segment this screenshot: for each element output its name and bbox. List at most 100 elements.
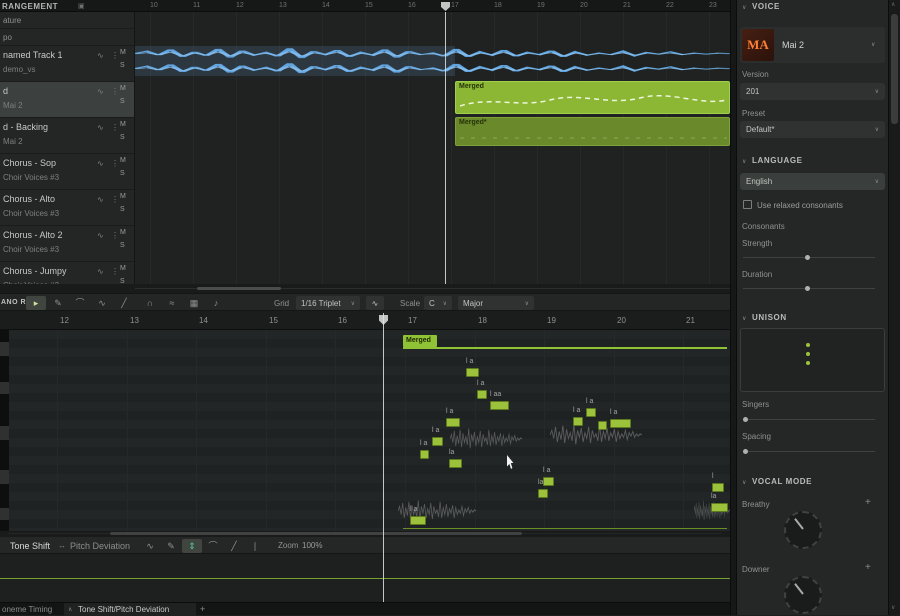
arrangement-area[interactable]: Merged Merged* bbox=[135, 12, 730, 284]
note[interactable] bbox=[573, 417, 583, 426]
grid-select[interactable]: 1/16 Triplet ∨ bbox=[296, 296, 360, 310]
line-tool[interactable]: ╱ bbox=[224, 539, 244, 553]
dot-tool[interactable]: ∣ bbox=[245, 539, 265, 553]
language-section-header[interactable]: ∨ LANGUAGE bbox=[742, 156, 803, 165]
track-gain-icon[interactable]: ∿ bbox=[97, 267, 104, 276]
note[interactable] bbox=[712, 483, 724, 492]
zoom-value[interactable]: 100% bbox=[302, 541, 322, 550]
auto-scroll-icon[interactable]: ▣ bbox=[78, 2, 85, 10]
panel-scrollbar[interactable]: ∧ ∨ bbox=[888, 0, 900, 615]
note[interactable] bbox=[598, 421, 607, 430]
scale-mode-select[interactable]: Major ∨ bbox=[458, 296, 534, 310]
downer-knob[interactable] bbox=[784, 576, 822, 614]
tab-pitch-deviation[interactable]: Pitch Deviation bbox=[70, 541, 130, 551]
relaxed-consonants-checkbox[interactable] bbox=[743, 200, 752, 209]
track-gain-icon[interactable]: ∿ bbox=[97, 159, 104, 168]
arc-pencil-tool[interactable]: ⌒ bbox=[70, 296, 90, 310]
piano-key[interactable] bbox=[0, 470, 9, 484]
track-gain-icon[interactable]: ∿ bbox=[97, 195, 104, 204]
mute-button[interactable]: M bbox=[120, 157, 126, 164]
breathy-knob[interactable] bbox=[784, 511, 822, 549]
piano-roll-body[interactable]: Merged l a l a l aa l a l a l a la l a l a l a l a… bbox=[0, 330, 730, 531]
scroll-up-icon[interactable]: ∧ bbox=[891, 1, 895, 8]
downer-add-button[interactable]: + bbox=[865, 562, 871, 573]
part-merged-star[interactable]: Merged* bbox=[455, 117, 730, 146]
track-row[interactable]: Chorus - JumpyChoir Voices #3∿⋮MS bbox=[0, 262, 134, 284]
breathy-add-button[interactable]: + bbox=[865, 497, 871, 508]
scale-root-select[interactable]: C ∨ bbox=[424, 296, 452, 310]
part-merged[interactable]: Merged bbox=[455, 81, 730, 114]
arc-tool[interactable]: ⌒ bbox=[203, 539, 223, 553]
transform-tool[interactable]: ⇕ bbox=[182, 539, 202, 553]
mute-button[interactable]: M bbox=[120, 229, 126, 236]
note[interactable] bbox=[477, 390, 487, 399]
piano-roll-playhead[interactable] bbox=[383, 313, 384, 602]
track-row[interactable]: named Track 1 demo_vs ∿ ⋮ M S bbox=[0, 46, 134, 82]
slider-thumb[interactable] bbox=[743, 417, 748, 422]
mute-button[interactable]: M bbox=[120, 49, 126, 56]
track-gain-icon[interactable]: ∿ bbox=[97, 231, 104, 240]
slider-thumb[interactable] bbox=[805, 255, 810, 260]
grid-snap-button[interactable]: ▦ bbox=[184, 296, 204, 310]
note[interactable] bbox=[586, 408, 596, 417]
tab-phoneme-timing[interactable]: oneme Timing bbox=[2, 605, 52, 614]
piano-key[interactable] bbox=[0, 342, 9, 356]
scroll-down-icon[interactable]: ∨ bbox=[891, 604, 895, 611]
slider-thumb[interactable] bbox=[805, 286, 810, 291]
hscrollbar-handle[interactable] bbox=[197, 287, 281, 290]
unison-display[interactable] bbox=[740, 328, 885, 392]
solo-button[interactable]: S bbox=[120, 170, 125, 177]
track-options-icon[interactable]: ⋮ bbox=[111, 231, 119, 240]
piano-key[interactable] bbox=[0, 382, 9, 394]
note[interactable] bbox=[711, 503, 728, 512]
note[interactable] bbox=[490, 401, 509, 410]
track-options-icon[interactable]: ⋮ bbox=[111, 51, 119, 60]
track-row[interactable]: d Mai 2 ∿ ⋮ M S bbox=[0, 82, 134, 118]
voice-section-header[interactable]: ∨ VOICE bbox=[742, 2, 780, 11]
time-signature-row[interactable]: ature bbox=[0, 12, 134, 29]
hscrollbar-handle[interactable] bbox=[110, 532, 522, 535]
track-options-icon[interactable]: ⋮ bbox=[111, 159, 119, 168]
track-gain-icon[interactable]: ∿ bbox=[97, 51, 104, 60]
track-options-icon[interactable]: ⋮ bbox=[111, 195, 119, 204]
curve-tool[interactable]: ∿ bbox=[140, 539, 160, 553]
pitch-mode-button[interactable]: ∿ bbox=[366, 296, 384, 310]
piano-roll-ruler[interactable]: 12 13 14 15 16 17 18 19 20 21 bbox=[0, 311, 730, 330]
note[interactable] bbox=[449, 459, 462, 468]
unison-section-header[interactable]: ∨ UNISON bbox=[742, 313, 787, 322]
note[interactable] bbox=[610, 419, 631, 428]
version-select[interactable]: 201 ∨ bbox=[740, 83, 885, 100]
pencil-tool[interactable]: ✎ bbox=[48, 296, 68, 310]
mute-button[interactable]: M bbox=[120, 85, 126, 92]
mute-button[interactable]: M bbox=[120, 121, 126, 128]
mute-button[interactable]: M bbox=[120, 265, 126, 272]
solo-button[interactable]: S bbox=[120, 98, 125, 105]
pointer-pencil-tool[interactable]: ▸ bbox=[26, 296, 46, 310]
track-row[interactable]: Chorus - Alto 2 Choir Voices #3 ∿ ⋮ M S bbox=[0, 226, 134, 262]
track-row[interactable]: d - Backing Mai 2 ∿ ⋮ M S bbox=[0, 118, 134, 154]
tempo-row[interactable]: po bbox=[0, 29, 134, 46]
tab-tone-shift[interactable]: Tone Shift bbox=[10, 541, 50, 551]
note[interactable] bbox=[432, 437, 443, 446]
solo-button[interactable]: S bbox=[120, 242, 125, 249]
note[interactable] bbox=[446, 418, 460, 427]
wave-pencil-tool[interactable]: ∿ bbox=[92, 296, 112, 310]
note[interactable] bbox=[538, 489, 548, 498]
piano-key[interactable] bbox=[0, 426, 9, 440]
track-gain-icon[interactable]: ∿ bbox=[97, 87, 104, 96]
track-row[interactable]: Chorus - Alto Choir Voices #3 ∿ ⋮ M S bbox=[0, 190, 134, 226]
vibrato-tool[interactable]: ∩ bbox=[140, 296, 160, 310]
track-gain-icon[interactable]: ∿ bbox=[97, 123, 104, 132]
slider-thumb[interactable] bbox=[743, 449, 748, 454]
glide-tool[interactable]: ≈ bbox=[162, 296, 182, 310]
solo-button[interactable]: S bbox=[120, 134, 125, 141]
track-options-icon[interactable]: ⋮ bbox=[111, 267, 119, 276]
solo-button[interactable]: S bbox=[120, 62, 125, 69]
parameters-canvas[interactable] bbox=[0, 554, 730, 602]
language-select[interactable]: English ∨ bbox=[740, 173, 885, 190]
merged-part-tab[interactable]: Merged bbox=[403, 335, 437, 347]
line-pencil-tool[interactable]: ╱ bbox=[114, 296, 134, 310]
note[interactable] bbox=[543, 477, 554, 486]
track-row[interactable]: Chorus - Sop Choir Voices #3 ∿ ⋮ M S bbox=[0, 154, 134, 190]
duration-slider[interactable] bbox=[743, 286, 875, 291]
